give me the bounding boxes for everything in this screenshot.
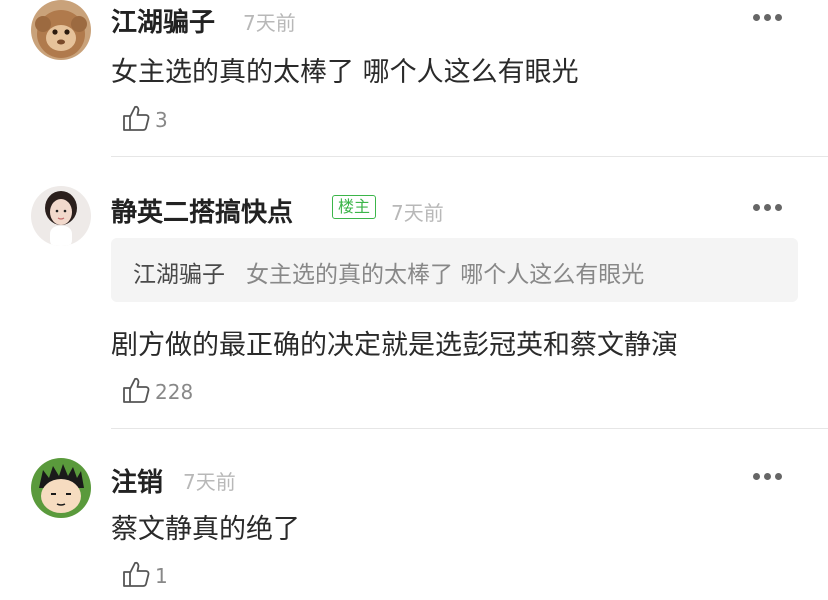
comment-text: 蔡文静真的绝了 (111, 514, 300, 545)
like-count: 1 (155, 564, 168, 588)
username[interactable]: 注销 (111, 462, 163, 499)
cartoon-boy-avatar-icon (31, 458, 91, 518)
user-avatar[interactable] (31, 0, 91, 60)
thumbs-up-icon (123, 377, 150, 403)
thumbs-up-icon (123, 105, 150, 131)
comment-item: 静英二搭搞快点 楼主 7天前 江湖骗子 女主选的真的太棒了 哪个人这么有眼光 剧… (0, 157, 828, 429)
comment-item: 注销 7天前 蔡文静真的绝了 1 (0, 429, 828, 600)
quoted-comment[interactable]: 江湖骗子 女主选的真的太棒了 哪个人这么有眼光 (111, 238, 798, 302)
username[interactable]: 静英二搭搞快点 (111, 192, 293, 229)
monkey-avatar-icon (31, 0, 91, 60)
like-count: 228 (155, 380, 194, 404)
more-dots-icon[interactable] (753, 204, 783, 212)
user-avatar[interactable] (31, 458, 91, 518)
comment-text: 剧方做的最正确的决定就是选彭冠英和蔡文静演 (111, 330, 678, 361)
comment-text: 女主选的真的太棒了 哪个人这么有眼光 (111, 57, 579, 88)
more-dots-icon[interactable] (753, 14, 783, 22)
owner-badge: 楼主 (332, 195, 377, 219)
comment-time: 7天前 (391, 201, 444, 225)
comment-item: 江湖骗子 7天前 女主选的真的太棒了 哪个人这么有眼光 3 (0, 0, 828, 157)
thumbs-up-icon (123, 561, 150, 587)
quoted-text: 女主选的真的太棒了 哪个人这么有眼光 (246, 262, 645, 288)
like-count: 3 (155, 108, 168, 132)
comment-time: 7天前 (183, 470, 236, 494)
username[interactable]: 江湖骗子 (111, 2, 215, 39)
user-avatar[interactable] (31, 186, 91, 246)
quoted-username: 江湖骗子 (133, 262, 225, 288)
comment-time: 7天前 (243, 11, 296, 35)
girl-avatar-icon (31, 186, 91, 246)
more-dots-icon[interactable] (753, 473, 783, 481)
